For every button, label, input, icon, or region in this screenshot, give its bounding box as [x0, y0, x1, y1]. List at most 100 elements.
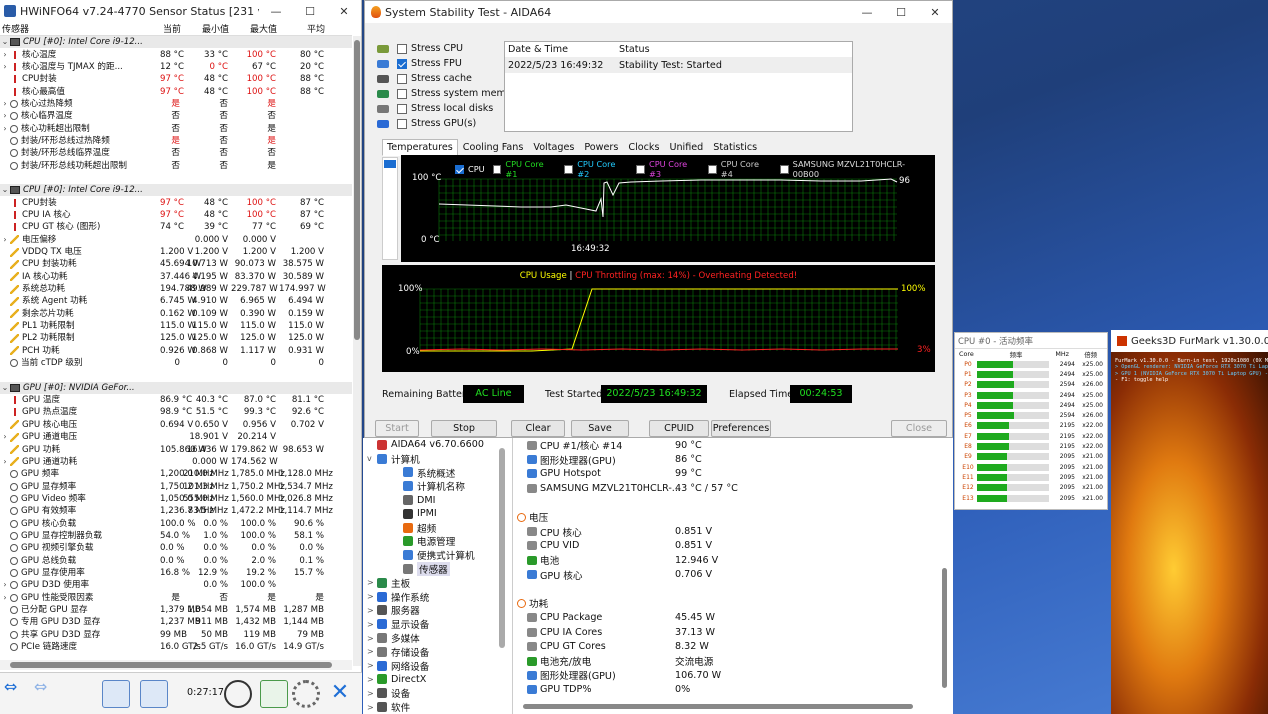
- sensor-row[interactable]: PCIe 链路速度 16.0 GT/s 2.5 GT/s 16.0 GT/s 14.9 …: [0, 641, 352, 653]
- graph-side-slider[interactable]: [382, 157, 398, 260]
- tree-node[interactable]: > 网络设备: [363, 659, 512, 673]
- stress-option[interactable]: Stress GPU(s): [377, 116, 521, 131]
- gear-icon[interactable]: [292, 680, 320, 708]
- log-row[interactable]: 2022/5/23 16:49:32 Stability Test: Start…: [505, 58, 852, 73]
- expand-chevron-icon[interactable]: ›: [0, 579, 10, 591]
- sensor-row[interactable]: 封装/环形总线功耗超出限制 否 否 是: [0, 159, 352, 171]
- cpu-frequency-widget[interactable]: CPU #0 - 活动频率 Core 频率 MHz 倍频 P0 2494 x25.0…: [954, 332, 1108, 510]
- hwinfo-titlebar[interactable]: HWiNFO64 v7.24-4770 Sensor Status [231 v…: [0, 0, 361, 22]
- list-hscrollbar[interactable]: [523, 704, 913, 709]
- sensor-row[interactable]: › 核心温度与 TJMAX 的距... 12 °C 0 °C 67 °C 20 °C: [0, 61, 352, 73]
- tree-node[interactable]: > 存储设备: [363, 645, 512, 659]
- sensor-row[interactable]: GPU 核心电压 0.694 V 0.650 V 0.956 V 0.702 V: [0, 419, 352, 431]
- col-max[interactable]: 最大值: [231, 22, 279, 35]
- sensor-item[interactable]: SAMSUNG MZVL21T0HCLR-... 43 °C / 57 °C: [515, 481, 953, 495]
- tree-expander-icon[interactable]: >: [367, 703, 377, 712]
- horizontal-scrollbar[interactable]: [0, 660, 352, 670]
- sensor-row[interactable]: GPU 温度 86.9 °C 40.3 °C 87.0 °C 81.1 °C: [0, 394, 352, 406]
- sensor-row[interactable]: CPU封装 97 °C 48 °C 100 °C 87 °C: [0, 196, 352, 208]
- network-monitor-icon[interactable]: [140, 680, 168, 708]
- tree-node[interactable]: 系统概述: [363, 466, 512, 480]
- tree-expander-icon[interactable]: >: [367, 675, 377, 684]
- tree-node[interactable]: > DirectX: [363, 673, 512, 687]
- maximize-button[interactable]: ☐: [884, 6, 918, 19]
- sensor-group-row[interactable]: ⌄ GPU [#0]: NVIDIA GeFor...: [0, 381, 352, 394]
- stress-checkbox[interactable]: [397, 73, 407, 84]
- sensor-row[interactable]: CPU 封装功耗 45.694 W 10.713 W 90.073 W 38.575 W: [0, 258, 352, 270]
- close-x-icon[interactable]: ✕: [326, 680, 354, 708]
- close-dialog-button[interactable]: Close: [891, 420, 947, 437]
- sensor-row[interactable]: › 核心过热降频 是 否 是: [0, 98, 352, 110]
- furmark-titlebar[interactable]: Geeks3D FurMark v1.30.0.0 - 27: [1111, 330, 1268, 352]
- sensor-row[interactable]: GPU 视频引擎负载 0.0 % 0.0 % 0.0 % 0.0 %: [0, 542, 352, 554]
- sensor-item[interactable]: 电池 12.946 V: [515, 553, 953, 567]
- col-min[interactable]: 最小值: [183, 22, 231, 35]
- stop-button[interactable]: Stop: [431, 420, 497, 437]
- tree-expander-icon[interactable]: >: [367, 578, 377, 587]
- sensor-item[interactable]: CPU GT Cores 8.32 W: [515, 639, 953, 653]
- tree-node[interactable]: 超频: [363, 521, 512, 535]
- tree-node[interactable]: v 计算机: [363, 452, 512, 466]
- tree-node[interactable]: > 操作系统: [363, 590, 512, 604]
- stress-checkbox[interactable]: [397, 103, 407, 114]
- sensor-row[interactable]: PCH 功耗 0.926 W 0.868 W 1.117 W 0.931 W: [0, 345, 352, 357]
- aida-nav-tree[interactable]: AIDA64 v6.70.6600 v 计算机 系统概述 计算机名称 DMI IPMI 超频电…: [363, 438, 513, 714]
- tree-node[interactable]: > 设备: [363, 686, 512, 700]
- stress-option[interactable]: Stress cache: [377, 71, 521, 86]
- sensor-item[interactable]: GPU TDP% 0%: [515, 683, 953, 697]
- stress-checkbox[interactable]: [397, 88, 407, 99]
- sensor-row[interactable]: PL1 功耗限制 115.0 W 115.0 W 115.0 W 115.0 W: [0, 320, 352, 332]
- expand-chevron-icon[interactable]: ›: [0, 98, 10, 110]
- tree-expander-icon[interactable]: >: [367, 689, 377, 698]
- aida64-main-window[interactable]: AIDA64 v6.70.6600 v 计算机 系统概述 计算机名称 DMI IPMI 超频电…: [363, 438, 953, 714]
- monitor-icon[interactable]: [102, 680, 130, 708]
- stress-option[interactable]: Stress FPU: [377, 56, 521, 71]
- expand-chevron-icon[interactable]: ›: [0, 49, 10, 61]
- tab-statistics[interactable]: Statistics: [708, 139, 762, 156]
- expand-chevron-icon[interactable]: ›: [0, 431, 10, 443]
- vertical-scrollbar[interactable]: [353, 36, 361, 666]
- log-col-status[interactable]: Status: [619, 44, 650, 55]
- sensor-item[interactable]: 图形处理器(GPU) 106.70 W: [515, 668, 953, 682]
- sensor-row[interactable]: 系统 Agent 功耗 6.745 W 4.910 W 6.965 W 6.494 W: [0, 295, 352, 307]
- stability-titlebar[interactable]: System Stability Test - AIDA64 — ☐ ✕: [365, 1, 952, 23]
- stress-option[interactable]: Stress CPU: [377, 41, 521, 56]
- sensor-group-row[interactable]: ⌄ CPU [#0]: Intel Core i9-12...: [0, 36, 352, 49]
- tree-node[interactable]: 计算机名称: [363, 479, 512, 493]
- sensor-row[interactable]: › GPU 性能受限因素 是 否 是 是: [0, 591, 352, 603]
- stability-test-window[interactable]: System Stability Test - AIDA64 — ☐ ✕ Str…: [364, 0, 953, 438]
- tree-expander-icon[interactable]: >: [367, 647, 377, 656]
- expand-chevron-icon[interactable]: ›: [0, 234, 10, 246]
- collapse-chevron-icon[interactable]: ⌄: [0, 184, 10, 196]
- sensor-group-row[interactable]: ⌄ CPU [#0]: Intel Core i9-12...: [0, 184, 352, 197]
- tree-node[interactable]: DMI: [363, 493, 512, 507]
- arrow-left-right-icon[interactable]: ⇔: [4, 679, 26, 695]
- sensor-row[interactable]: 共享 GPU D3D 显存 99 MB 50 MB 119 MB 79 MB: [0, 629, 352, 641]
- sensor-row[interactable]: GPU 显存频率 1,750.2 MHz 101.3 MHz 1,750.2 MHz 1…: [0, 480, 352, 492]
- sensor-row[interactable]: CPU GT 核心 (图形) 74 °C 39 °C 77 °C 69 °C: [0, 221, 352, 233]
- sensor-row[interactable]: 封装/环形总线临界温度 否 否 否: [0, 147, 352, 159]
- sensor-row[interactable]: PL2 功耗限制 125.0 W 125.0 W 125.0 W 125.0 W: [0, 332, 352, 344]
- tree-node[interactable]: AIDA64 v6.70.6600: [363, 438, 512, 452]
- tree-node[interactable]: > 主板: [363, 576, 512, 590]
- sensor-row[interactable]: GPU 频率 1,200.0 MHz 210.0 MHz 1,785.0 MHz 1,1…: [0, 468, 352, 480]
- sensor-row[interactable]: 系统总功耗 194.788 W 49.989 W 229.787 W 174.997 W: [0, 283, 352, 295]
- hwinfo-window[interactable]: HWiNFO64 v7.24-4770 Sensor Status [231 v…: [0, 0, 362, 714]
- sensor-row[interactable]: › GPU D3D 使用率 0.0 % 100.0 %: [0, 579, 352, 591]
- aida-sensor-list[interactable]: CPU #1/核心 #14 90 °C 图形处理器(GPU) 86 °C GPU Hot…: [515, 438, 953, 714]
- clear-button[interactable]: Clear: [511, 420, 565, 437]
- tree-node[interactable]: IPMI: [363, 507, 512, 521]
- tree-expander-icon[interactable]: >: [367, 661, 377, 670]
- sensor-row[interactable]: GPU 总线负载 0.0 % 0.0 % 2.0 % 0.1 %: [0, 554, 352, 566]
- tree-node[interactable]: > 软件: [363, 700, 512, 714]
- sensor-row[interactable]: IA 核心功耗 37.446 W 4.195 W 83.370 W 30.589 W: [0, 271, 352, 283]
- sensor-row[interactable]: 封装/环形总线过热降频 是 否 是: [0, 135, 352, 147]
- expand-chevron-icon[interactable]: ›: [0, 61, 10, 73]
- stress-option[interactable]: Stress local disks: [377, 101, 521, 116]
- sensor-item[interactable]: CPU IA Cores 37.13 W: [515, 625, 953, 639]
- log-col-datetime[interactable]: Date & Time: [505, 44, 619, 55]
- sensor-item[interactable]: 电池充/放电 交流电源: [515, 654, 953, 668]
- stress-checkbox[interactable]: [397, 43, 407, 54]
- clock-icon[interactable]: [224, 680, 252, 708]
- sensor-item[interactable]: CPU Package 45.45 W: [515, 611, 953, 625]
